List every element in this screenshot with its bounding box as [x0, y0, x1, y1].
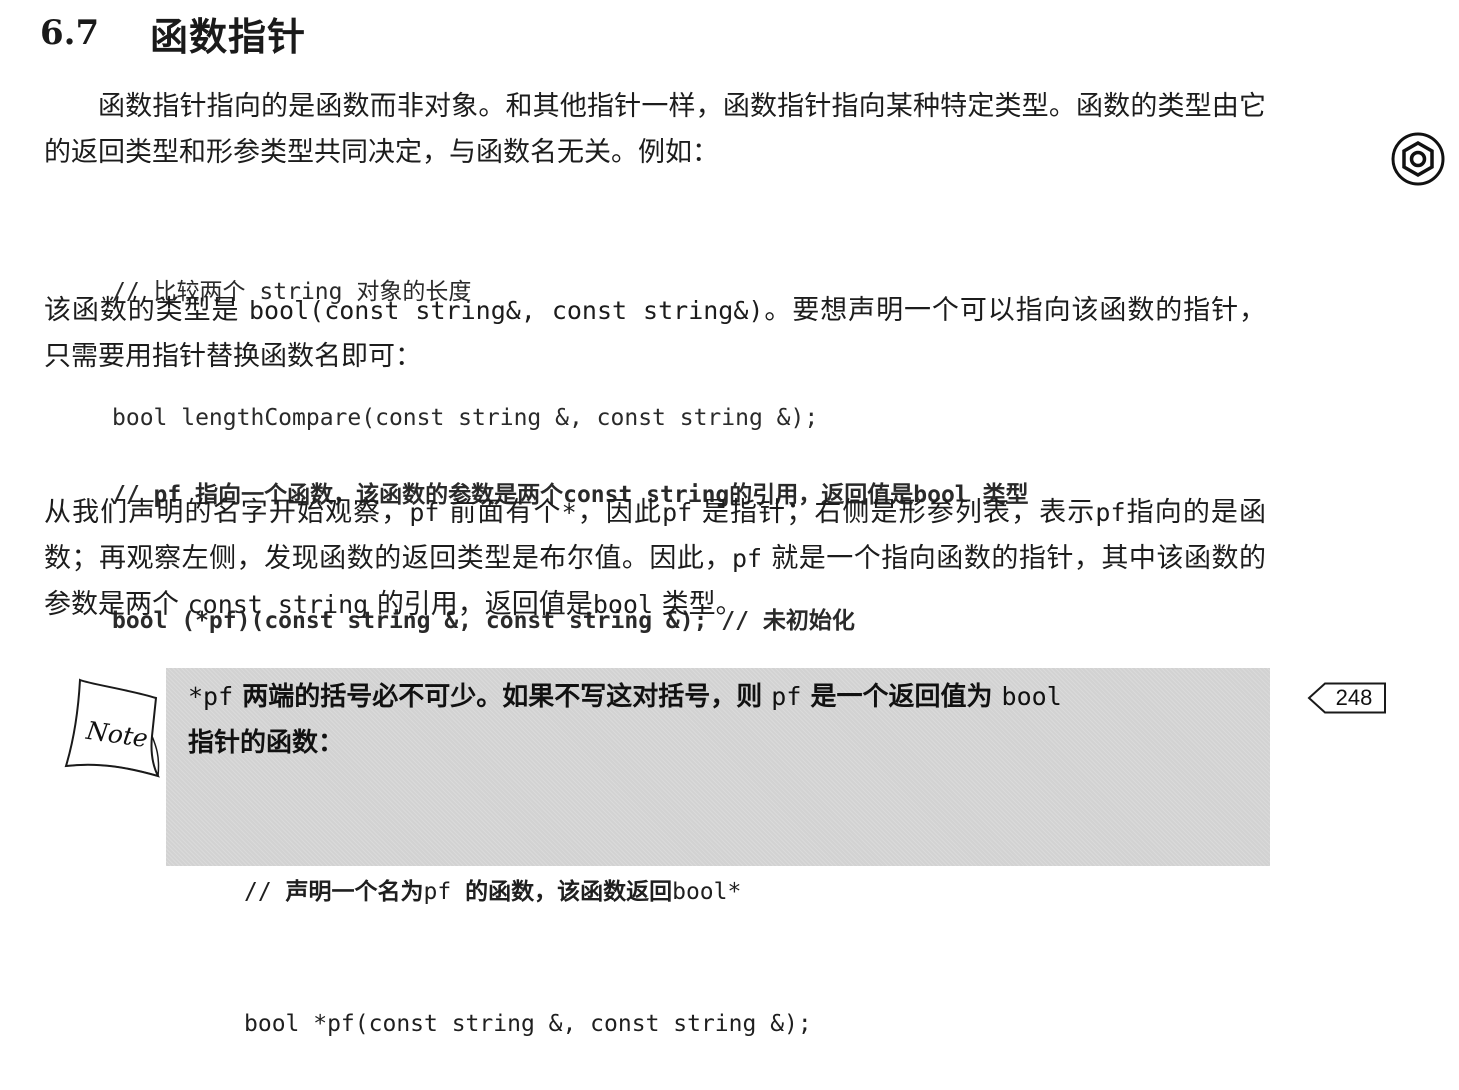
text-run: 前面有个: [449, 497, 562, 528]
comment-code: pf: [423, 879, 452, 905]
note-text: *pf 两端的括号必不可少。如果不写这对括号，则 pf 是一个返回值为 bool…: [188, 674, 1258, 766]
inline-code: bool(const string&, const string&): [248, 296, 764, 325]
section-title: 函数指针: [150, 14, 307, 59]
inline-code: bool: [592, 590, 654, 619]
text-run: 类型。: [661, 589, 743, 620]
inline-code: pf: [771, 682, 802, 711]
inline-code: pf: [731, 544, 763, 573]
inline-code: *pf: [188, 682, 234, 711]
section-number: 6.7: [40, 13, 100, 53]
code-line: // 声明一个名为pf 的函数，该函数返回bool*: [244, 870, 812, 914]
text-run: 从我们声明的名字开始观察，: [44, 497, 410, 528]
comment-text: 的函数，该函数返回: [465, 878, 673, 905]
inline-code: *: [561, 498, 577, 527]
paragraph-intro-text: 函数指针指向的是函数而非对象。和其他指针一样，函数指针指向某种特定类型。函数的类…: [44, 91, 1266, 168]
text-run: 的引用，返回值是: [376, 589, 593, 620]
hexagon-nut-icon[interactable]: [1390, 131, 1446, 187]
comment-prefix: //: [244, 879, 286, 905]
code-line: bool *pf(const string &, const string &)…: [244, 1011, 812, 1037]
paragraph-explanation: 从我们声明的名字开始观察，pf 前面有个*，因此pf 是指针；右侧是形参列表，表…: [44, 490, 1266, 628]
inline-code: pf: [409, 498, 440, 527]
page-marker: 248: [1307, 682, 1387, 714]
text-run: 是一个返回值为: [810, 682, 993, 712]
text-run: 是指针；右侧是形参列表，表示: [701, 497, 1096, 528]
text-run: 该函数的类型是: [44, 295, 240, 326]
inline-code: const string: [187, 590, 369, 619]
text-run: 两端的括号必不可少。如果不写这对括号，则: [242, 682, 763, 712]
inline-code: bool: [1001, 682, 1062, 711]
text-run: 指针的函数：: [188, 728, 345, 758]
paragraph-type: 该函数的类型是 bool(const string&, const string…: [44, 288, 1266, 380]
note-paper-icon: Note: [64, 678, 160, 778]
comment-code: bool*: [672, 879, 742, 905]
comment-text: 声明一个名为: [285, 878, 424, 905]
page-number: 248: [1335, 685, 1373, 710]
text-run: ，因此: [576, 497, 663, 528]
note-code-block: // 声明一个名为pf 的函数，该函数返回bool* bool *pf(cons…: [244, 782, 812, 1090]
paragraph-intro: 函数指针指向的是函数而非对象。和其他指针一样，函数指针指向某种特定类型。函数的类…: [44, 84, 1266, 176]
inline-code: pf: [1095, 498, 1126, 527]
section-heading: 6.7 函数指针: [40, 6, 306, 60]
inline-code: pf: [662, 498, 693, 527]
